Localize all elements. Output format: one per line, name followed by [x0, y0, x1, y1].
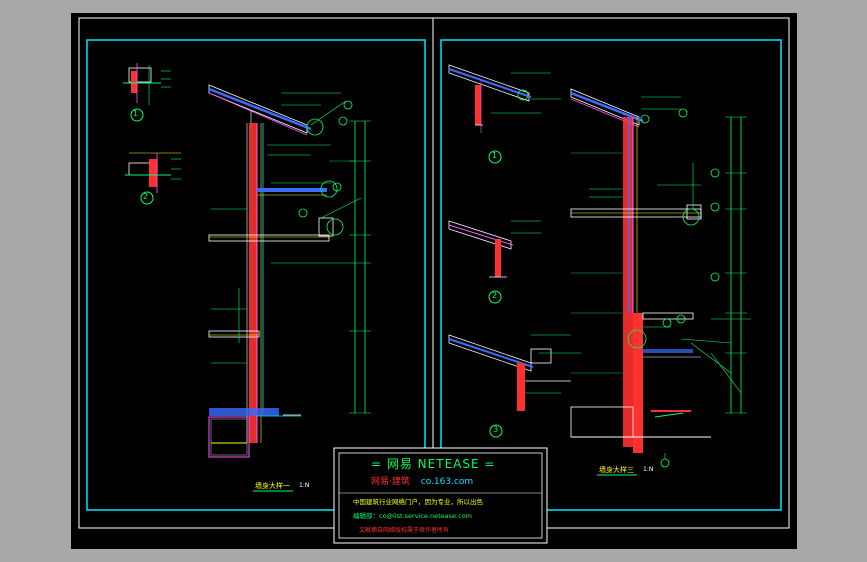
title-block-slogan: 中国建筑行业网络门户，因为专业，所以出色: [353, 498, 483, 506]
detail-markers: [130, 108, 503, 438]
left-detail-1: [123, 63, 171, 105]
right-detail-number-3: 3: [493, 425, 499, 434]
right-detail-3: [448, 334, 581, 411]
right-detail-1: [448, 64, 561, 133]
right-wall-section: [570, 88, 751, 468]
right-detail-2: [448, 220, 541, 278]
title-block-site: 网易·建筑 co.163.com: [371, 478, 473, 487]
sheet-title-left: 墙身大样一: [255, 482, 290, 490]
cad-drawing-viewport[interactable]: 1 2 1 2 3 墙身大样一 1:N 墙身大样三 1:N = 网易 NETEA…: [71, 13, 797, 549]
right-dimension-chain: [725, 116, 747, 414]
sheet-title-right: 墙身大样三: [599, 466, 634, 474]
right-detail-number-1: 1: [492, 151, 498, 160]
right-sheet-border: [440, 39, 782, 511]
title-block-editor[interactable]: 编辑部：co@list.service.netease.com: [353, 513, 472, 520]
scale-note-left: 1:N: [299, 482, 310, 489]
left-detail-number-2: 2: [143, 192, 149, 201]
left-detail-2: [125, 152, 181, 193]
title-block-domain[interactable]: co.163.com: [421, 477, 473, 487]
title-block-copyright: 文献摘自网络版权属于原作者所有: [359, 527, 450, 534]
left-detail-number-1: 1: [133, 109, 139, 118]
left-dimension-chain: [329, 120, 371, 414]
title-block-brand: = 网易 NETEASE =: [371, 457, 496, 471]
title-block-site-name: 网易·建筑: [371, 477, 410, 487]
right-detail-number-2: 2: [492, 291, 498, 300]
left-wall-section: [208, 84, 371, 458]
scale-note-right: 1:N: [643, 466, 654, 473]
